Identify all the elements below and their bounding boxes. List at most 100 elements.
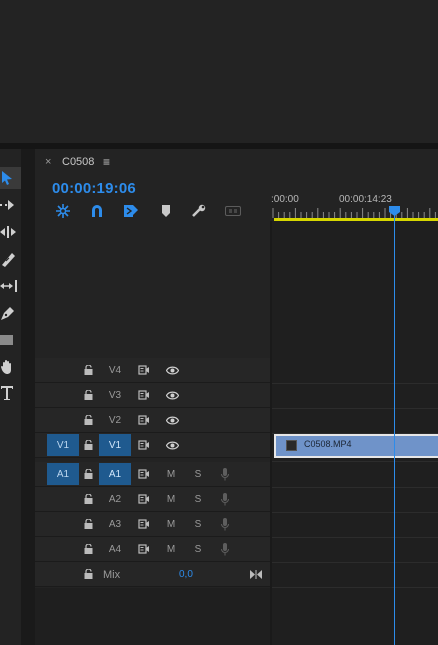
track-separator: [272, 512, 438, 513]
type-tool[interactable]: [0, 382, 21, 404]
time-ruler[interactable]: [272, 206, 438, 218]
audio-track-header: A2 M S: [35, 487, 270, 512]
track-output-eye-icon[interactable]: [163, 383, 181, 407]
track-lock-icon[interactable]: [81, 537, 95, 561]
sequence-tab-title[interactable]: C0508: [62, 156, 94, 168]
track-output-eye-icon[interactable]: [163, 408, 181, 432]
voiceover-mic-icon[interactable]: [218, 512, 232, 536]
sync-lock-icon[interactable]: [135, 512, 153, 536]
solo-button[interactable]: S: [190, 462, 206, 486]
track-lock-icon[interactable]: [81, 512, 95, 536]
track-separator: [272, 562, 438, 563]
audio-track-header: A1 A1 M S: [35, 462, 270, 487]
panel-menu-icon[interactable]: ≡: [103, 155, 110, 169]
slip-icon: [0, 280, 17, 292]
mute-button[interactable]: M: [163, 462, 179, 486]
mute-button[interactable]: M: [163, 512, 179, 536]
track-lock-icon[interactable]: [81, 462, 95, 486]
ripple-edit-icon: [0, 226, 16, 238]
playhead-timecode[interactable]: 00:00:19:06: [52, 180, 136, 197]
selection-arrow-icon: [2, 171, 12, 185]
track-output-eye-icon[interactable]: [163, 433, 181, 457]
track-separator: [272, 461, 438, 462]
hand-tool[interactable]: [0, 356, 21, 378]
sync-lock-icon[interactable]: [135, 433, 153, 457]
fx-badge-icon: [286, 440, 297, 451]
video-track-header: V2: [35, 408, 270, 433]
ruler-label-start: :00:00: [271, 194, 299, 205]
mix-track-header: [35, 562, 270, 587]
track-separator: [272, 487, 438, 488]
snap-icon[interactable]: [55, 204, 71, 218]
track-target-a1[interactable]: A1: [99, 463, 131, 485]
track-separator: [272, 537, 438, 538]
track-headers-empty: [35, 588, 270, 645]
marker-icon[interactable]: [158, 204, 174, 218]
sync-lock-icon[interactable]: [135, 487, 153, 511]
add-marker-icon[interactable]: [123, 204, 139, 218]
clip-body: [276, 436, 438, 456]
track-lock-icon[interactable]: [81, 358, 95, 382]
track-name-a3[interactable]: A3: [99, 512, 131, 536]
solo-button[interactable]: S: [190, 537, 206, 561]
mix-volume-value[interactable]: 0,0: [179, 569, 193, 580]
program-monitor-area: [0, 0, 438, 143]
pen-tool[interactable]: [0, 302, 21, 324]
close-tab-button[interactable]: ×: [45, 156, 51, 168]
track-separator: [272, 408, 438, 409]
playhead-line[interactable]: [394, 206, 395, 645]
track-lock-icon[interactable]: [81, 408, 95, 432]
track-lock-icon[interactable]: [81, 383, 95, 407]
track-separator: [272, 587, 438, 588]
selection-tool[interactable]: [0, 167, 21, 189]
video-track-header: V3: [35, 383, 270, 408]
track-select-icon: [0, 200, 14, 210]
solo-button[interactable]: S: [190, 487, 206, 511]
source-patch-a1[interactable]: A1: [47, 463, 79, 485]
linked-selection-icon[interactable]: [89, 204, 105, 218]
solo-button[interactable]: S: [190, 512, 206, 536]
sync-lock-icon[interactable]: [135, 358, 153, 382]
track-separator: [272, 383, 438, 384]
video-track-header: V1 V1: [35, 433, 270, 458]
video-track-header: V4: [35, 358, 270, 383]
go-to-end-icon[interactable]: [249, 562, 263, 586]
slip-tool[interactable]: [0, 275, 21, 297]
mute-button[interactable]: M: [163, 487, 179, 511]
settings-wrench-icon[interactable]: [191, 204, 207, 218]
video-clip[interactable]: C0508.MP4: [274, 434, 438, 458]
source-patch-v1[interactable]: V1: [47, 434, 79, 456]
track-name-v3[interactable]: V3: [99, 383, 131, 407]
voiceover-mic-icon[interactable]: [218, 487, 232, 511]
track-lock-icon[interactable]: [81, 433, 95, 457]
razor-tool[interactable]: [0, 248, 21, 270]
clip-name: C0508.MP4: [304, 439, 352, 449]
audio-track-header: A4 M S: [35, 537, 270, 562]
track-select-tool[interactable]: [0, 194, 21, 216]
track-name-a2[interactable]: A2: [99, 487, 131, 511]
ruler-label-mid: 00:00:14:23: [339, 194, 392, 205]
panel-gutter: [21, 149, 35, 645]
rectangle-tool[interactable]: [0, 329, 21, 351]
pen-icon: [1, 307, 14, 320]
rectangle-icon: [0, 335, 13, 345]
voiceover-mic-icon[interactable]: [218, 537, 232, 561]
sync-lock-icon[interactable]: [135, 408, 153, 432]
sync-lock-icon[interactable]: [135, 383, 153, 407]
sync-lock-icon[interactable]: [135, 462, 153, 486]
track-name-v4[interactable]: V4: [99, 358, 131, 382]
track-name-a4[interactable]: A4: [99, 537, 131, 561]
track-name-v2[interactable]: V2: [99, 408, 131, 432]
voiceover-mic-icon[interactable]: [218, 462, 232, 486]
track-target-v1[interactable]: V1: [99, 434, 131, 456]
mix-label: Mix: [103, 569, 121, 581]
track-output-eye-icon[interactable]: [163, 358, 181, 382]
track-lock-icon[interactable]: [81, 487, 95, 511]
ripple-edit-tool[interactable]: [0, 221, 21, 243]
tools-panel: [0, 149, 21, 645]
sync-lock-icon[interactable]: [135, 537, 153, 561]
type-icon: [1, 386, 13, 400]
mute-button[interactable]: M: [163, 537, 179, 561]
captions-icon[interactable]: [225, 204, 241, 218]
track-lock-icon[interactable]: [81, 562, 95, 586]
